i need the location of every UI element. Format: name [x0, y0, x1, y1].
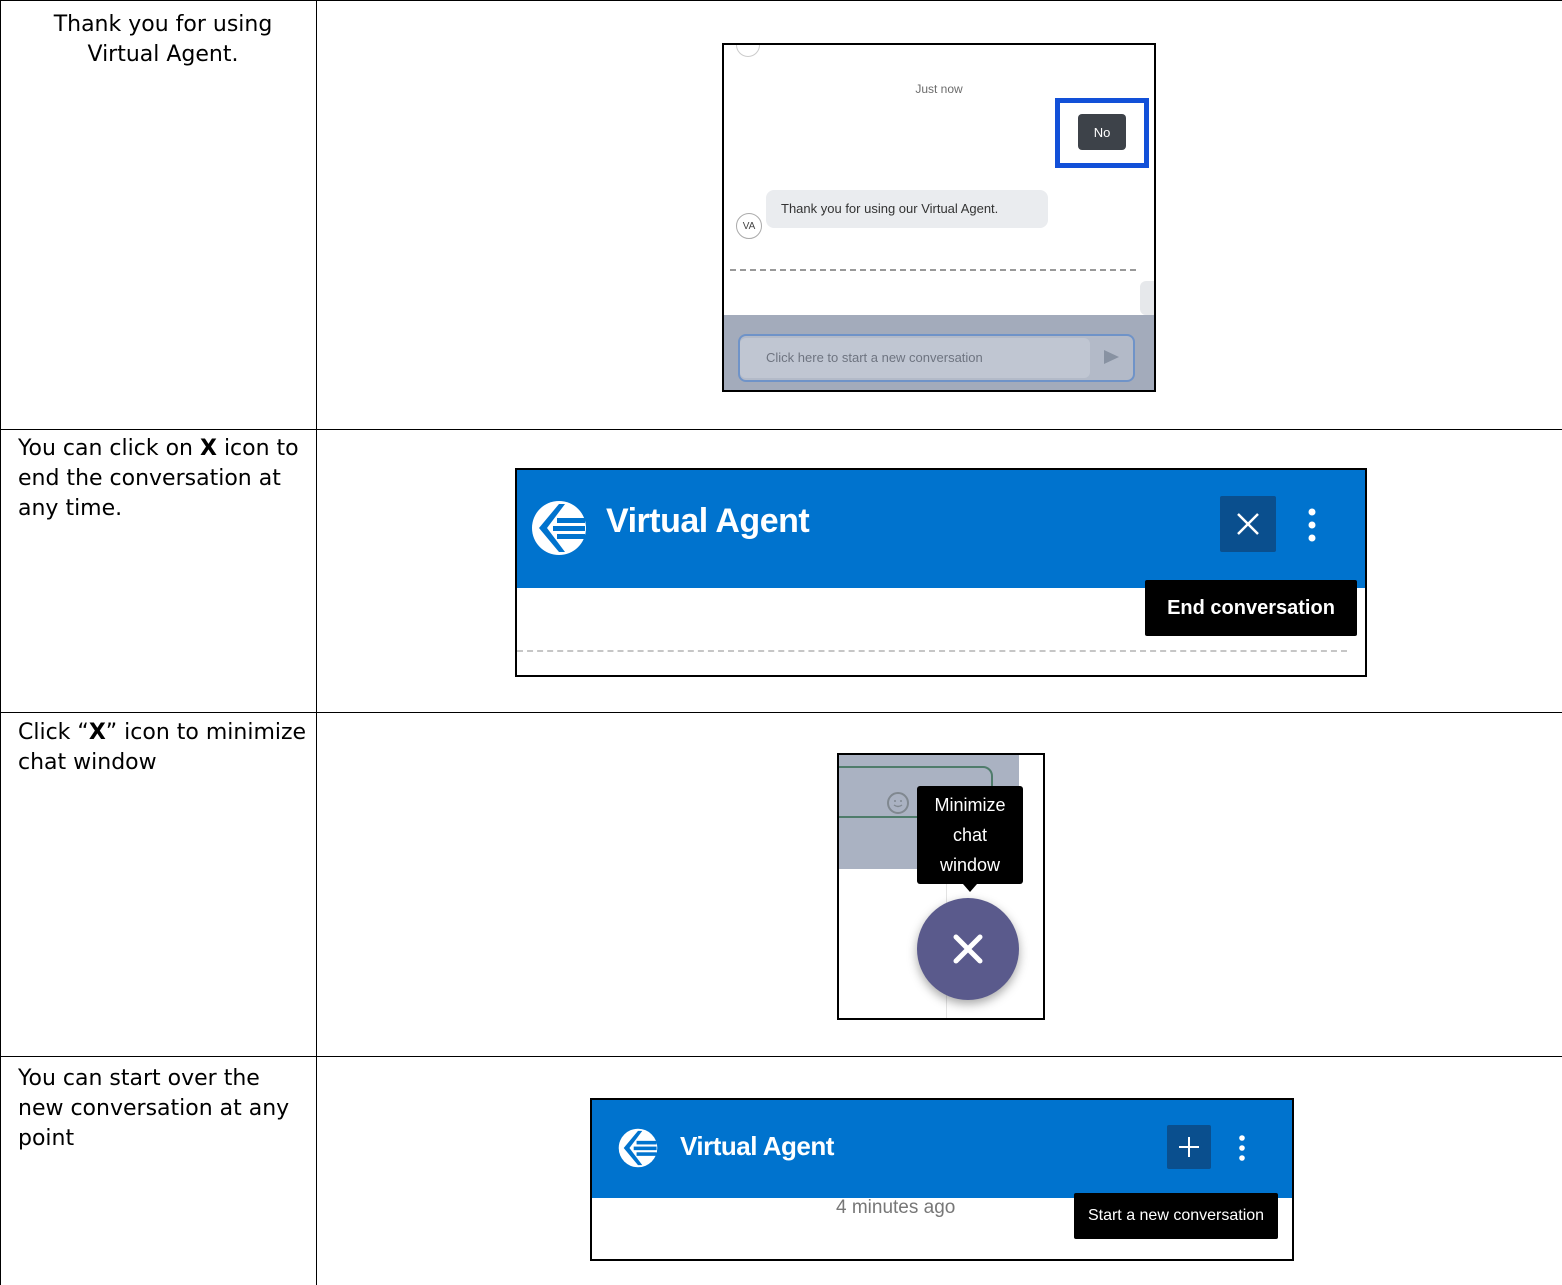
- minimize-screenshot: Minimize chat window: [837, 753, 1045, 1020]
- close-icon: [1237, 513, 1259, 535]
- minimize-chat-button[interactable]: [917, 898, 1019, 1000]
- plus-icon: [1179, 1137, 1199, 1157]
- partial-bubble: [1140, 281, 1154, 315]
- table-border-top: [0, 0, 1562, 1]
- chat-transcript-screenshot: Just now No Thank you for using our Virt…: [722, 43, 1156, 392]
- end-conversation-button[interactable]: [1220, 496, 1276, 552]
- new-conversation-button[interactable]: [1167, 1125, 1211, 1169]
- row-divider: [0, 1056, 1562, 1057]
- new-conversation-screenshot: Virtual Agent 4 minutes ago Start a new …: [590, 1098, 1294, 1261]
- row-divider: [0, 712, 1562, 713]
- new-conversation-tooltip: Start a new conversation: [1074, 1193, 1278, 1239]
- tooltip-line: chat: [952, 825, 988, 845]
- message-timestamp: Just now: [915, 82, 963, 96]
- tooltip-line: window: [939, 855, 1001, 875]
- step-4-instruction: You can start over the new conversation …: [18, 1066, 290, 1151]
- instruction-table: Thank you for using Virtual Agent. You c…: [0, 0, 1562, 1285]
- virtual-agent-logo-icon: [532, 501, 586, 555]
- row-divider: [0, 429, 1562, 430]
- chat-title: Virtual Agent: [680, 1131, 834, 1161]
- smiley-icon[interactable]: [887, 792, 909, 814]
- virtual-agent-logo-icon: [618, 1128, 658, 1168]
- close-icon: [953, 934, 983, 964]
- end-conversation-screenshot: Virtual Agent End conversation: [515, 468, 1367, 677]
- tooltip-arrow: [963, 884, 977, 892]
- more-vertical-icon[interactable]: [1307, 508, 1317, 542]
- step-1-instruction: Thank you for using Virtual Agent.: [53, 12, 273, 67]
- send-icon[interactable]: [1104, 350, 1119, 364]
- step-3-text-a: Click “: [18, 720, 89, 745]
- end-conversation-tooltip: End conversation: [1145, 580, 1357, 636]
- step-2-text-bold: X: [199, 436, 217, 461]
- dashed-divider: [517, 650, 1347, 652]
- step-3-text-bold: X: [88, 720, 106, 745]
- tooltip-line: Minimize: [934, 795, 1006, 815]
- agent-avatar: VA: [736, 213, 762, 239]
- agent-message-bubble: Thank you for using our Virtual Agent.: [766, 190, 1048, 228]
- table-border-left: [0, 0, 1, 1285]
- step-2-text-a: You can click on: [18, 436, 200, 461]
- user-reply-no[interactable]: No: [1078, 114, 1126, 150]
- new-conversation-input[interactable]: Click here to start a new conversation: [740, 338, 1090, 378]
- conversation-end-divider: [730, 269, 1136, 271]
- message-timestamp: 4 minutes ago: [836, 1197, 956, 1218]
- column-divider: [316, 0, 317, 1285]
- step-2-instruction: You can click on X icon to end the conve…: [18, 434, 308, 524]
- avatar-stub: [736, 45, 760, 57]
- chat-title: Virtual Agent: [606, 502, 810, 540]
- step-3-instruction: Click “X” icon to minimize chat window: [18, 718, 308, 778]
- smiley-face-icon: [893, 800, 903, 808]
- minimize-tooltip: Minimize chat window: [917, 786, 1023, 884]
- more-vertical-icon[interactable]: [1238, 1135, 1246, 1161]
